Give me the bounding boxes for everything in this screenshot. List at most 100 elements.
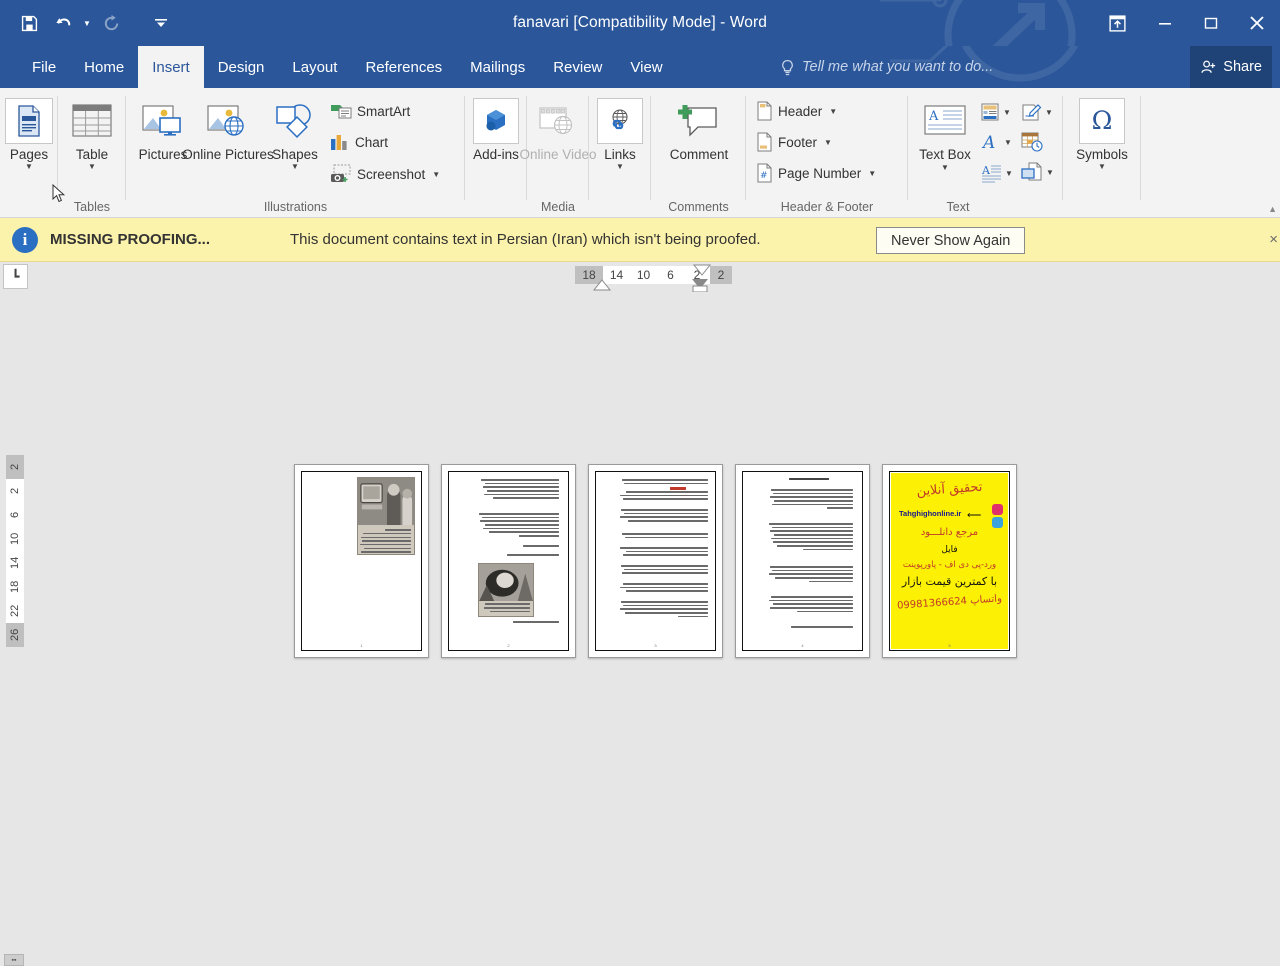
object-dropdown-caret[interactable]: ▼: [1046, 168, 1054, 177]
svg-text:#: #: [760, 171, 768, 181]
tab-file[interactable]: File: [18, 46, 70, 88]
close-button[interactable]: [1234, 0, 1280, 46]
links-dropdown-caret[interactable]: ▼: [616, 163, 624, 171]
date-time-button[interactable]: [1021, 131, 1043, 152]
shapes-dropdown-caret[interactable]: ▼: [291, 163, 299, 171]
collapse-ribbon-button[interactable]: ▲: [1268, 204, 1277, 214]
symbols-button[interactable]: Ω Symbols ▼: [1069, 98, 1135, 171]
footer-icon: [757, 132, 772, 152]
tell-me-search[interactable]: Tell me what you want to do...: [780, 46, 993, 88]
page-thumbnail-1[interactable]: 1: [294, 464, 429, 658]
add-ins-icon: [473, 98, 519, 144]
wordart-dropdown-caret[interactable]: ▼: [1004, 138, 1012, 147]
paragraph-block-3: [769, 566, 853, 583]
tab-stop-selector-button[interactable]: ┗: [3, 264, 28, 289]
drop-cap-button[interactable]: A ▼: [981, 163, 1013, 183]
shapes-button[interactable]: Shapes ▼: [264, 98, 326, 171]
screenshot-dropdown-caret[interactable]: ▼: [432, 170, 440, 179]
tab-review[interactable]: Review: [539, 46, 616, 88]
hanging-indent-marker[interactable]: [690, 278, 710, 292]
page-number-button[interactable]: # Page Number ▼: [756, 163, 876, 183]
smartart-label: SmartArt: [357, 103, 411, 119]
chart-label: Chart: [355, 134, 389, 150]
vruler-tick-6: 22: [6, 599, 24, 623]
text-group-label: Text: [946, 200, 970, 214]
screenshot-button[interactable]: Screenshot ▼: [330, 164, 440, 184]
paragraph-block-4: [769, 596, 853, 613]
screenshot-label: Screenshot: [357, 166, 426, 182]
quick-parts-button[interactable]: ▼: [980, 102, 1011, 122]
ruler-tick-2: 10: [630, 266, 657, 284]
horizontal-scroll-nub[interactable]: ▪▪: [4, 954, 24, 966]
paragraph-block-6: [621, 565, 708, 574]
notification-title: MISSING PROOFING...: [50, 231, 211, 248]
symbols-dropdown-caret[interactable]: ▼: [1098, 163, 1106, 171]
tab-insert[interactable]: Insert: [138, 46, 204, 88]
pages-button[interactable]: Pages ▼: [4, 98, 54, 171]
ribbon-group-comments: Comment Comments: [651, 88, 746, 218]
comment-icon: [671, 98, 727, 144]
page-thumbnail-3[interactable]: 3: [588, 464, 723, 658]
vruler-tick-2: 6: [6, 503, 24, 527]
text-box-dropdown-caret[interactable]: ▼: [941, 163, 949, 172]
document-canvas[interactable]: 2 2 6 10 14 18 22 26 1 2 3 4 تحقیق آنلای…: [0, 292, 1280, 966]
online-pictures-button[interactable]: Online Pictures: [182, 98, 274, 163]
page-number-icon: #: [757, 163, 772, 183]
chart-button[interactable]: Chart: [330, 133, 388, 151]
restore-button[interactable]: [1188, 0, 1234, 46]
paragraph-block-2: [620, 491, 708, 500]
pages-label: Pages: [9, 147, 49, 162]
table-button[interactable]: Table ▼: [68, 98, 116, 171]
footer-button[interactable]: Footer ▼: [756, 132, 832, 152]
tab-layout[interactable]: Layout: [278, 46, 351, 88]
pages-dropdown-caret[interactable]: ▼: [25, 163, 33, 171]
ribbon-display-options-button[interactable]: [1092, 0, 1142, 46]
page-number-dropdown-caret[interactable]: ▼: [868, 169, 876, 178]
ribbon-group-symbols: Ω Symbols ▼: [1063, 88, 1141, 218]
photo-image: [479, 564, 533, 602]
signature-line-dropdown-caret[interactable]: ▼: [1045, 108, 1053, 117]
symbols-label: Symbols: [1076, 147, 1128, 162]
tab-home[interactable]: Home: [70, 46, 138, 88]
share-button[interactable]: Share: [1190, 46, 1272, 88]
notification-close-icon[interactable]: ×: [1269, 231, 1278, 248]
quick-parts-dropdown-caret[interactable]: ▼: [1003, 108, 1011, 117]
ad-line-3: ورد-پی دی اف - پاورپوینت: [902, 560, 997, 570]
tab-design[interactable]: Design: [204, 46, 279, 88]
object-button[interactable]: ▼: [1021, 162, 1054, 182]
header-dropdown-caret[interactable]: ▼: [829, 107, 837, 116]
first-line-indent-marker[interactable]: [592, 279, 612, 291]
minimize-button[interactable]: [1142, 0, 1188, 46]
tab-view[interactable]: View: [616, 46, 676, 88]
caption-lines: [484, 603, 530, 613]
horizontal-ruler[interactable]: ┗ 18 14 10 6 2 2: [0, 262, 1280, 292]
never-show-again-button[interactable]: Never Show Again: [876, 227, 1026, 254]
paragraph-block-1: [622, 479, 708, 485]
wordart-button[interactable]: A ▼: [981, 132, 1012, 152]
person-add-icon: [1201, 60, 1216, 73]
page-thumbnail-4[interactable]: 4: [735, 464, 870, 658]
comment-button[interactable]: Comment: [659, 98, 739, 162]
table-dropdown-caret[interactable]: ▼: [88, 163, 96, 171]
tab-references[interactable]: References: [351, 46, 456, 88]
tab-mailings[interactable]: Mailings: [456, 46, 539, 88]
header-button[interactable]: Header ▼: [756, 101, 837, 121]
page-thumbnail-2[interactable]: 2: [441, 464, 576, 658]
signature-line-button[interactable]: ▼: [1021, 102, 1053, 122]
drop-cap-dropdown-caret[interactable]: ▼: [1005, 169, 1013, 178]
paragraph-block-5: [620, 547, 708, 556]
right-indent-marker[interactable]: [692, 264, 712, 276]
page-number-5: 5: [948, 643, 951, 648]
vertical-ruler[interactable]: 2 2 6 10 14 18 22 26: [6, 455, 24, 647]
online-video-button[interactable]: Online Video: [519, 98, 597, 163]
paragraph-block-1: [770, 489, 853, 510]
vruler-tick-0: 2: [6, 455, 24, 479]
links-button[interactable]: Links ▼: [595, 98, 645, 171]
page-thumbnail-5[interactable]: تحقیق آنلاین Tahghighonline.ir ⟵ مرجع دا…: [882, 464, 1017, 658]
footer-dropdown-caret[interactable]: ▼: [824, 138, 832, 147]
smartart-button[interactable]: SmartArt: [330, 102, 410, 120]
text-box-button[interactable]: A Text Box ▼: [914, 98, 976, 172]
add-ins-button[interactable]: Add-ins: [471, 98, 521, 163]
paragraph-block-3: [523, 545, 559, 547]
ruler-tick-5: 2: [710, 266, 732, 284]
